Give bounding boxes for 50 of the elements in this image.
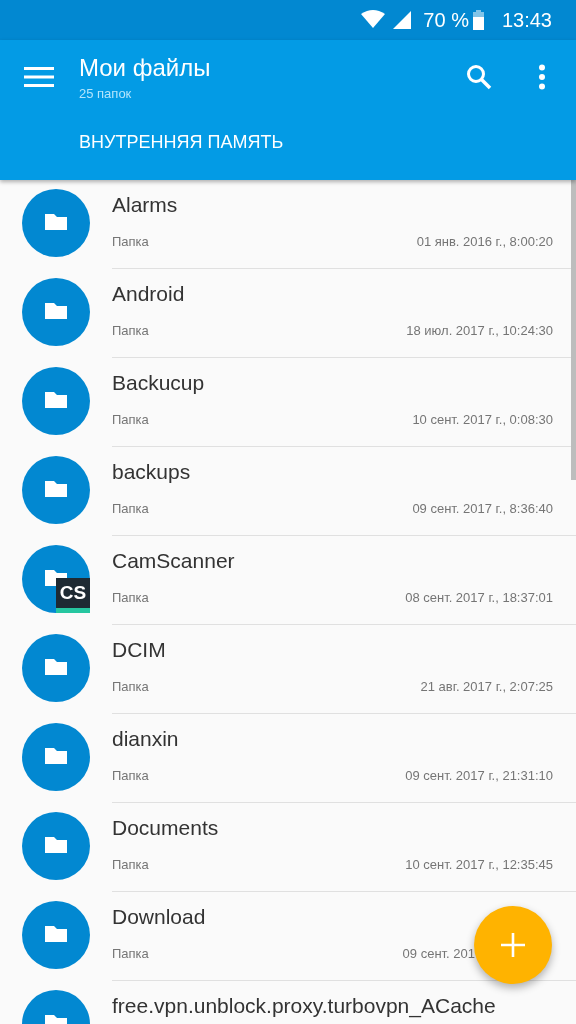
item-type: Папка: [112, 501, 149, 516]
folder-icon: [22, 901, 90, 969]
modified-date: 21 авг. 2017 г., 2:07:25: [420, 679, 553, 694]
folder-name[interactable]: backups: [112, 460, 553, 484]
search-icon[interactable]: [466, 64, 492, 90]
menu-icon[interactable]: [24, 67, 54, 87]
modified-date: 09 сент. 2017 г., 21:31:10: [405, 768, 553, 783]
modified-date: 18 июл. 2017 г., 10:24:30: [406, 323, 553, 338]
folder-icon: [22, 189, 90, 257]
clock: 13:43: [501, 8, 552, 32]
item-type: Папка: [112, 323, 149, 338]
folder-name[interactable]: free.vpn.unblock.proxy.turbovpn_ACache: [112, 994, 553, 1018]
battery-percent: 70 %: [423, 8, 469, 32]
signal-icon: [393, 11, 412, 29]
modified-date: 01 янв. 2016 г., 8:00:20: [416, 234, 553, 249]
folder-icon: [22, 723, 90, 791]
modified-date: 10 сент. 2017 г., 0:08:30: [412, 412, 553, 427]
folder-icon: [22, 278, 90, 346]
modified-date: 09 сент. 201: [402, 946, 475, 961]
scrollbar[interactable]: [571, 180, 576, 480]
item-type: Папка: [112, 590, 149, 605]
folder-name[interactable]: Documents: [112, 816, 553, 840]
folder-icon: [22, 812, 90, 880]
folder-count: 25 папок: [79, 85, 133, 101]
more-options-icon[interactable]: [538, 64, 546, 90]
item-type: Папка: [112, 857, 149, 872]
folder-name[interactable]: Download: [112, 905, 553, 929]
folder-icon: [22, 634, 90, 702]
folder-name[interactable]: Backucup: [112, 371, 553, 395]
folder-icon: [22, 367, 90, 435]
modified-date: 10 сент. 2017 г., 12:35:45: [405, 857, 553, 872]
folder-name[interactable]: DCIM: [112, 638, 553, 662]
battery-icon: [472, 10, 484, 30]
folder-name[interactable]: dianxin: [112, 727, 553, 751]
item-type: Папка: [112, 679, 149, 694]
item-type: Папка: [112, 234, 149, 249]
item-type: Папка: [112, 412, 149, 427]
add-button[interactable]: [474, 906, 552, 984]
app-title: Мои файлы: [79, 53, 212, 82]
modified-date: 08 сент. 2017 г., 18:37:01: [405, 590, 553, 605]
modified-date: 09 сент. 2017 г., 8:36:40: [412, 501, 553, 516]
folder-icon: [22, 456, 90, 524]
plus-icon: [500, 932, 526, 958]
wifi-icon: [361, 10, 386, 30]
folder-name[interactable]: Android: [112, 282, 553, 306]
item-type: Папка: [112, 768, 149, 783]
folder-name[interactable]: CamScanner: [112, 549, 553, 573]
app-badge: CS: [56, 578, 90, 613]
item-type: Папка: [112, 946, 149, 961]
folder-name[interactable]: Alarms: [112, 193, 553, 217]
